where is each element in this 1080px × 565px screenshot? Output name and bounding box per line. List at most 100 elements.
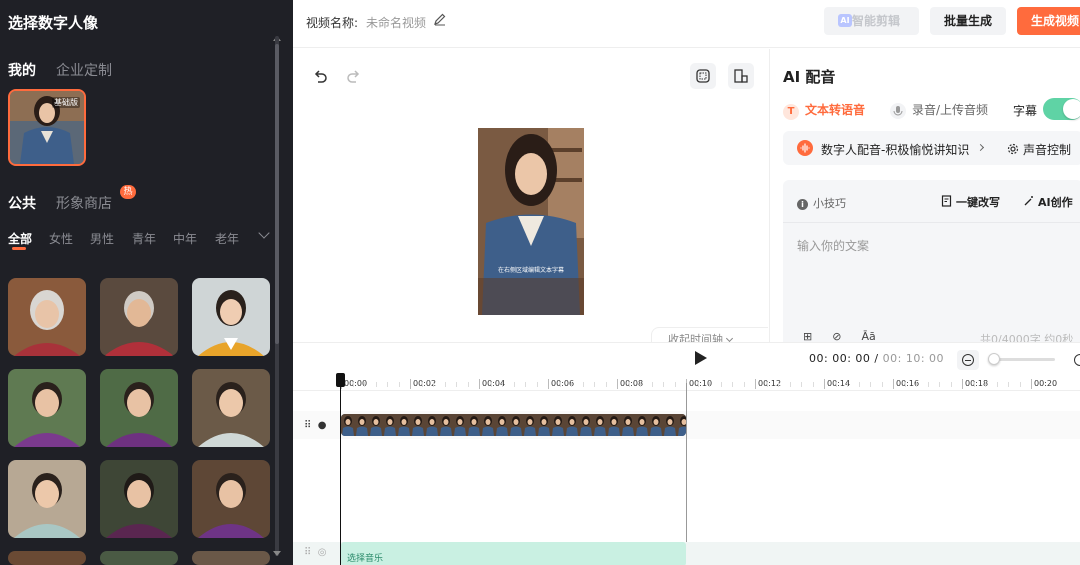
filter-middle-aged[interactable]: 中年 [173, 230, 197, 247]
avatar-card[interactable] [100, 278, 178, 356]
ai-edit-button[interactable]: AI 智能剪辑 [824, 7, 919, 35]
music-track-handle[interactable]: ⠿ ◎ [304, 547, 326, 558]
layout-button[interactable] [728, 63, 754, 89]
tab-enterprise-custom[interactable]: 企业定制 [56, 60, 112, 80]
scroll-down-arrow-icon[interactable] [273, 551, 281, 556]
ai-create-button[interactable]: AI创作 [1023, 194, 1073, 210]
voice-control-button[interactable]: 声音控制 [1007, 141, 1071, 158]
avatar-card[interactable] [8, 278, 86, 356]
ruler-minor-tick [594, 382, 595, 387]
scrollbar-thumb[interactable] [275, 44, 279, 344]
clip-thumbnail-strip [341, 414, 686, 436]
tab-public[interactable]: 公共 [8, 193, 36, 213]
person-icon: ● [317, 420, 327, 431]
avatar-thumbnail [8, 460, 86, 538]
tips-link[interactable]: i 小技巧 [797, 195, 846, 211]
ruler-minor-tick [904, 382, 906, 387]
ruler-minor-tick [536, 382, 538, 387]
filter-youth[interactable]: 青年 [132, 230, 156, 247]
generate-video-button[interactable]: 生成视频 [1017, 7, 1080, 35]
undo-icon [314, 70, 327, 83]
safe-area-button[interactable] [690, 63, 716, 89]
subtitle-toggle-label: 字幕 [1013, 104, 1038, 118]
avatar-card[interactable] [100, 460, 178, 538]
video-name-input[interactable]: 未命名视频 [366, 14, 426, 31]
panel-scrollbar[interactable] [275, 36, 279, 556]
filter-male[interactable]: 男性 [90, 230, 114, 247]
rewrite-label: 一键改写 [956, 196, 1000, 209]
ruler-minor-tick [456, 382, 457, 387]
zoom-slider[interactable] [988, 353, 1055, 365]
voice-control-label: 声音控制 [1023, 143, 1072, 157]
tab-record-upload[interactable]: 录音/上传音频 [890, 101, 988, 119]
filter-female[interactable]: 女性 [49, 230, 73, 247]
avatar-card[interactable] [192, 369, 270, 447]
ruler-minor-tick [697, 382, 699, 387]
video-canvas[interactable]: 在右侧区域编辑文本字幕 [478, 128, 584, 315]
avatar-card[interactable] [8, 460, 86, 538]
time-separator: / [874, 352, 879, 365]
filter-elderly[interactable]: 老年 [215, 230, 239, 247]
ruler-minor-tick [559, 382, 561, 387]
avatar-video-clip[interactable] [341, 414, 686, 436]
tab-avatar-store[interactable]: 形象商店 [56, 193, 112, 213]
pencil-icon[interactable] [433, 12, 447, 26]
tab-text-to-speech[interactable]: T 文本转语音 [783, 101, 865, 120]
track-handle[interactable]: ⠿ ● [304, 420, 326, 431]
avatar-card[interactable] [100, 551, 178, 565]
ruler-minor-tick [858, 382, 860, 387]
avatar-card[interactable] [192, 460, 270, 538]
ruler-minor-tick [950, 382, 952, 387]
script-text-input[interactable]: 输入你的文案 [797, 237, 869, 254]
avatar-card[interactable] [100, 369, 178, 447]
subtitle-toggle[interactable] [1043, 98, 1080, 120]
zoom-out-button[interactable] [957, 350, 979, 370]
redo-icon [347, 70, 360, 83]
timecode: 00: 00: 00 / 00: 10: 00 [809, 352, 944, 365]
zoom-slider-knob[interactable] [988, 353, 1000, 365]
avatar-card[interactable] [8, 551, 86, 565]
clip-end-marker [686, 383, 687, 565]
my-avatar-card[interactable]: 基础版 [8, 89, 86, 166]
avatar-thumbnail [192, 369, 270, 447]
ruler-minor-tick [881, 382, 883, 387]
text-icon: T [783, 104, 799, 120]
chevron-down-icon[interactable] [258, 227, 270, 239]
ruler-minor-tick [444, 382, 446, 387]
ruler-minor-tick [628, 382, 630, 387]
play-icon[interactable] [695, 351, 707, 365]
avatar-thumbnail [100, 369, 178, 447]
avatar-card[interactable] [192, 551, 270, 565]
one-click-rewrite-button[interactable]: 一键改写 [941, 194, 1000, 210]
ruler-minor-tick [605, 382, 607, 387]
undo-button[interactable] [307, 63, 333, 89]
ruler-tick: 00:20 [1031, 379, 1057, 389]
tab-mine[interactable]: 我的 [8, 60, 36, 80]
ruler-minor-tick [766, 382, 768, 387]
video-preview-area: 在右侧区域编辑文本字幕 收起时间轴 [293, 49, 769, 347]
timeline-panel: 00: 00: 00 / 00: 10: 00 00:00 00:02 00:0… [293, 342, 1080, 565]
basic-tier-badge: 基础版 [52, 97, 80, 108]
current-time: 00: 00: 00 [809, 352, 871, 365]
ruler-minor-tick [525, 382, 526, 387]
chevron-right-icon [976, 143, 985, 152]
total-time: 00: 10: 00 [882, 352, 945, 365]
avatar-card[interactable] [8, 369, 86, 447]
playhead-handle[interactable] [336, 373, 345, 387]
sound-wave-icon [797, 140, 813, 156]
ruler-minor-tick [732, 382, 733, 387]
avatar-card[interactable] [192, 278, 270, 356]
zoom-in-button[interactable] [1069, 350, 1080, 370]
chevron-down-icon [725, 334, 734, 343]
ruler-minor-tick [674, 382, 676, 387]
ruler-minor-tick [513, 382, 515, 387]
select-music-clip[interactable]: 选择音乐 [341, 542, 686, 565]
voice-selector[interactable]: 数字人配音-积极愉悦讲知识 声音控制 [783, 131, 1080, 165]
batch-generate-button[interactable]: 批量生成 [930, 7, 1006, 35]
ruler-minor-tick [1008, 382, 1009, 387]
frame-icon [696, 69, 710, 83]
ruler-minor-tick [801, 382, 802, 387]
filter-all[interactable]: 全部 [8, 230, 32, 247]
playhead[interactable] [336, 373, 345, 565]
redo-button[interactable] [341, 63, 367, 89]
